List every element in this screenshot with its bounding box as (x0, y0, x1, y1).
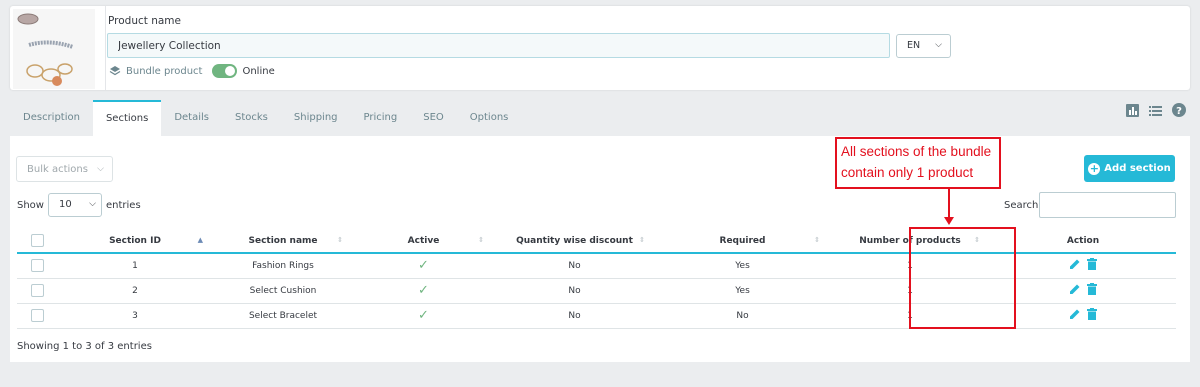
col-required[interactable]: Required ⇕ (655, 229, 830, 254)
product-tabs: Description Sections Details Stocks Ship… (10, 100, 521, 136)
chevron-down-icon: ⌵ (89, 199, 96, 209)
col-qty-discount[interactable]: Quantity wise discount ⇕ (494, 229, 655, 254)
col-section-name-label: Section name (248, 235, 318, 246)
edit-icon[interactable] (1069, 308, 1081, 320)
check-icon[interactable]: ✓ (418, 258, 429, 273)
help-icon[interactable]: ? (1172, 103, 1186, 117)
section-id: 3 (57, 303, 213, 329)
sort-icon: ⇕ (639, 236, 645, 244)
header-divider (105, 6, 106, 90)
layers-icon (109, 66, 121, 76)
sort-icon: ⇕ (814, 236, 820, 244)
search-input[interactable] (1039, 192, 1176, 218)
entries-label: entries (105, 199, 141, 211)
edit-icon[interactable] (1069, 258, 1081, 270)
sort-icon: ⇕ (478, 236, 484, 244)
language-select[interactable]: EN ⌵ (896, 34, 951, 58)
check-icon[interactable]: ✓ (418, 283, 429, 298)
add-section-label: Add section (1104, 163, 1171, 174)
row-checkbox[interactable] (30, 259, 44, 273)
tab-options[interactable]: Options (457, 100, 522, 136)
section-name: Fashion Rings (213, 253, 353, 279)
delete-icon[interactable] (1087, 258, 1097, 271)
language-value: EN (907, 40, 921, 51)
bar-chart-icon[interactable] (1126, 103, 1139, 117)
tab-sections[interactable]: Sections (92, 100, 162, 136)
chevron-down-icon: ⌵ (97, 164, 104, 174)
product-image[interactable] (13, 9, 95, 89)
annotation-callout: All sections of the bundle contain only … (835, 137, 1001, 189)
section-name: Select Cushion (213, 278, 353, 304)
select-all-header (17, 229, 57, 254)
edit-icon[interactable] (1069, 283, 1081, 295)
col-section-id-label: Section ID (109, 235, 161, 246)
show-label: Show (17, 199, 44, 211)
online-label: Online (242, 65, 275, 77)
annotation-line-1: All sections of the bundle (841, 144, 992, 159)
entries-length-control: Show 10 ⌵ entries (17, 193, 141, 217)
product-name-input[interactable] (107, 33, 890, 58)
qty-discount-value: No (494, 303, 655, 329)
qty-discount-value: No (494, 253, 655, 279)
section-id: 1 (57, 253, 213, 279)
col-action: Action (990, 229, 1176, 254)
row-checkbox[interactable] (30, 309, 44, 322)
chevron-down-icon: ⌵ (935, 40, 942, 50)
delete-icon[interactable] (1087, 283, 1097, 295)
list-icon[interactable] (1149, 104, 1162, 117)
entries-select[interactable]: 10 ⌵ (47, 193, 102, 217)
tab-seo[interactable]: SEO (410, 100, 457, 136)
col-active-label: Active (407, 235, 440, 246)
col-action-label: Action (1066, 235, 1100, 246)
plus-circle-icon: + (1088, 161, 1101, 175)
col-required-label: Required (719, 235, 766, 246)
section-id: 2 (57, 278, 213, 304)
top-right-icons: ? (1126, 103, 1186, 117)
check-icon[interactable]: ✓ (418, 308, 429, 323)
col-section-id[interactable]: Section ID ▲ (57, 229, 213, 254)
col-qty-discount-label: Quantity wise discount (516, 235, 633, 246)
annotation-arrowhead (944, 217, 954, 225)
tab-shipping[interactable]: Shipping (281, 100, 351, 136)
tab-stocks[interactable]: Stocks (222, 100, 281, 136)
col-section-name[interactable]: Section name ⇕ (213, 229, 353, 254)
tab-description[interactable]: Description (10, 100, 93, 136)
bulk-actions-label: Bulk actions (27, 164, 88, 175)
annotation-line-2: contain only 1 product (841, 165, 974, 180)
product-name-label: Product name (108, 15, 181, 27)
select-all-checkbox[interactable] (30, 234, 44, 247)
sort-asc-icon: ▲ (197, 236, 203, 244)
required-value: Yes (655, 278, 830, 304)
section-name: Select Bracelet (213, 303, 353, 329)
product-type-row: Bundle product Online (109, 64, 275, 78)
bulk-actions-dropdown[interactable]: Bulk actions ⌵ (16, 156, 113, 182)
table-info: Showing 1 to 3 of 3 entries (17, 341, 152, 352)
row-checkbox[interactable] (30, 284, 44, 297)
required-value: Yes (655, 253, 830, 279)
entries-value: 10 (58, 199, 72, 210)
add-section-button[interactable]: + Add section (1084, 155, 1175, 182)
product-type-label: Bundle product (126, 65, 203, 77)
tab-details[interactable]: Details (161, 100, 222, 136)
annotation-highlight-box (909, 227, 1016, 329)
svg-text:?: ? (1176, 106, 1182, 117)
tab-pricing[interactable]: Pricing (351, 100, 411, 136)
sort-icon: ⇕ (337, 236, 343, 244)
col-active[interactable]: Active ⇕ (353, 229, 494, 254)
online-toggle[interactable] (212, 64, 238, 78)
search-label: Search (1004, 200, 1039, 211)
required-value: No (655, 303, 830, 329)
delete-icon[interactable] (1087, 308, 1097, 320)
qty-discount-value: No (494, 278, 655, 304)
product-header: Product name EN ⌵ Bundle product Online (10, 6, 1190, 90)
